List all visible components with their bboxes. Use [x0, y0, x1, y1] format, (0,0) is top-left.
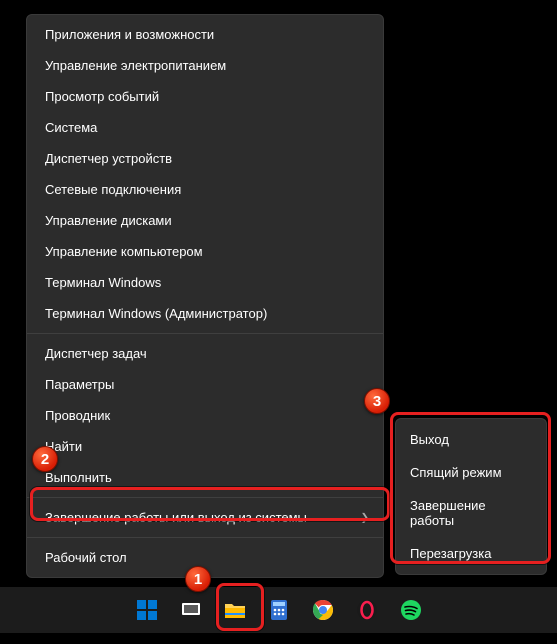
spotify-icon: [399, 598, 423, 622]
chrome-button[interactable]: [304, 591, 342, 629]
menu-separator: [27, 537, 383, 538]
menu-run[interactable]: Выполнить: [27, 462, 383, 493]
menu-power-options[interactable]: Управление электропитанием: [27, 50, 383, 81]
winx-context-menu[interactable]: Приложения и возможности Управление элек…: [26, 14, 384, 578]
calculator-icon: [267, 598, 291, 622]
menu-system[interactable]: Система: [27, 112, 383, 143]
menu-desktop[interactable]: Рабочий стол: [27, 542, 383, 573]
menu-separator: [27, 333, 383, 334]
submenu-restart[interactable]: Перезагрузка: [396, 537, 546, 570]
menu-shutdown-signout[interactable]: Завершение работы или выход из системы ❯: [27, 502, 383, 533]
submenu-sleep[interactable]: Спящий режим: [396, 456, 546, 489]
calculator-button[interactable]: [260, 591, 298, 629]
menu-network-connections[interactable]: Сетевые подключения: [27, 174, 383, 205]
taskbar: [0, 587, 557, 633]
spotify-button[interactable]: [392, 591, 430, 629]
menu-task-manager[interactable]: Диспетчер задач: [27, 338, 383, 369]
opera-gx-button[interactable]: [348, 591, 386, 629]
folder-icon: [223, 598, 247, 622]
menu-separator: [27, 497, 383, 498]
menu-settings[interactable]: Параметры: [27, 369, 383, 400]
opera-gx-icon: [355, 598, 379, 622]
task-view-icon: [179, 598, 203, 622]
windows-icon: [135, 598, 159, 622]
explorer-button[interactable]: [216, 591, 254, 629]
menu-apps-features[interactable]: Приложения и возможности: [27, 19, 383, 50]
submenu-signout[interactable]: Выход: [396, 423, 546, 456]
shutdown-submenu[interactable]: Выход Спящий режим Завершение работы Пер…: [395, 418, 547, 575]
menu-shutdown-label: Завершение работы или выход из системы: [45, 510, 307, 525]
chevron-right-icon: ❯: [361, 512, 369, 523]
menu-event-viewer[interactable]: Просмотр событий: [27, 81, 383, 112]
task-view-button[interactable]: [172, 591, 210, 629]
chrome-icon: [311, 598, 335, 622]
menu-computer-management[interactable]: Управление компьютером: [27, 236, 383, 267]
menu-explorer[interactable]: Проводник: [27, 400, 383, 431]
menu-disk-management[interactable]: Управление дисками: [27, 205, 383, 236]
submenu-shutdown[interactable]: Завершение работы: [396, 489, 546, 537]
start-button[interactable]: [128, 591, 166, 629]
menu-terminal-admin[interactable]: Терминал Windows (Администратор): [27, 298, 383, 329]
menu-device-manager[interactable]: Диспетчер устройств: [27, 143, 383, 174]
menu-search[interactable]: Найти: [27, 431, 383, 462]
menu-terminal[interactable]: Терминал Windows: [27, 267, 383, 298]
